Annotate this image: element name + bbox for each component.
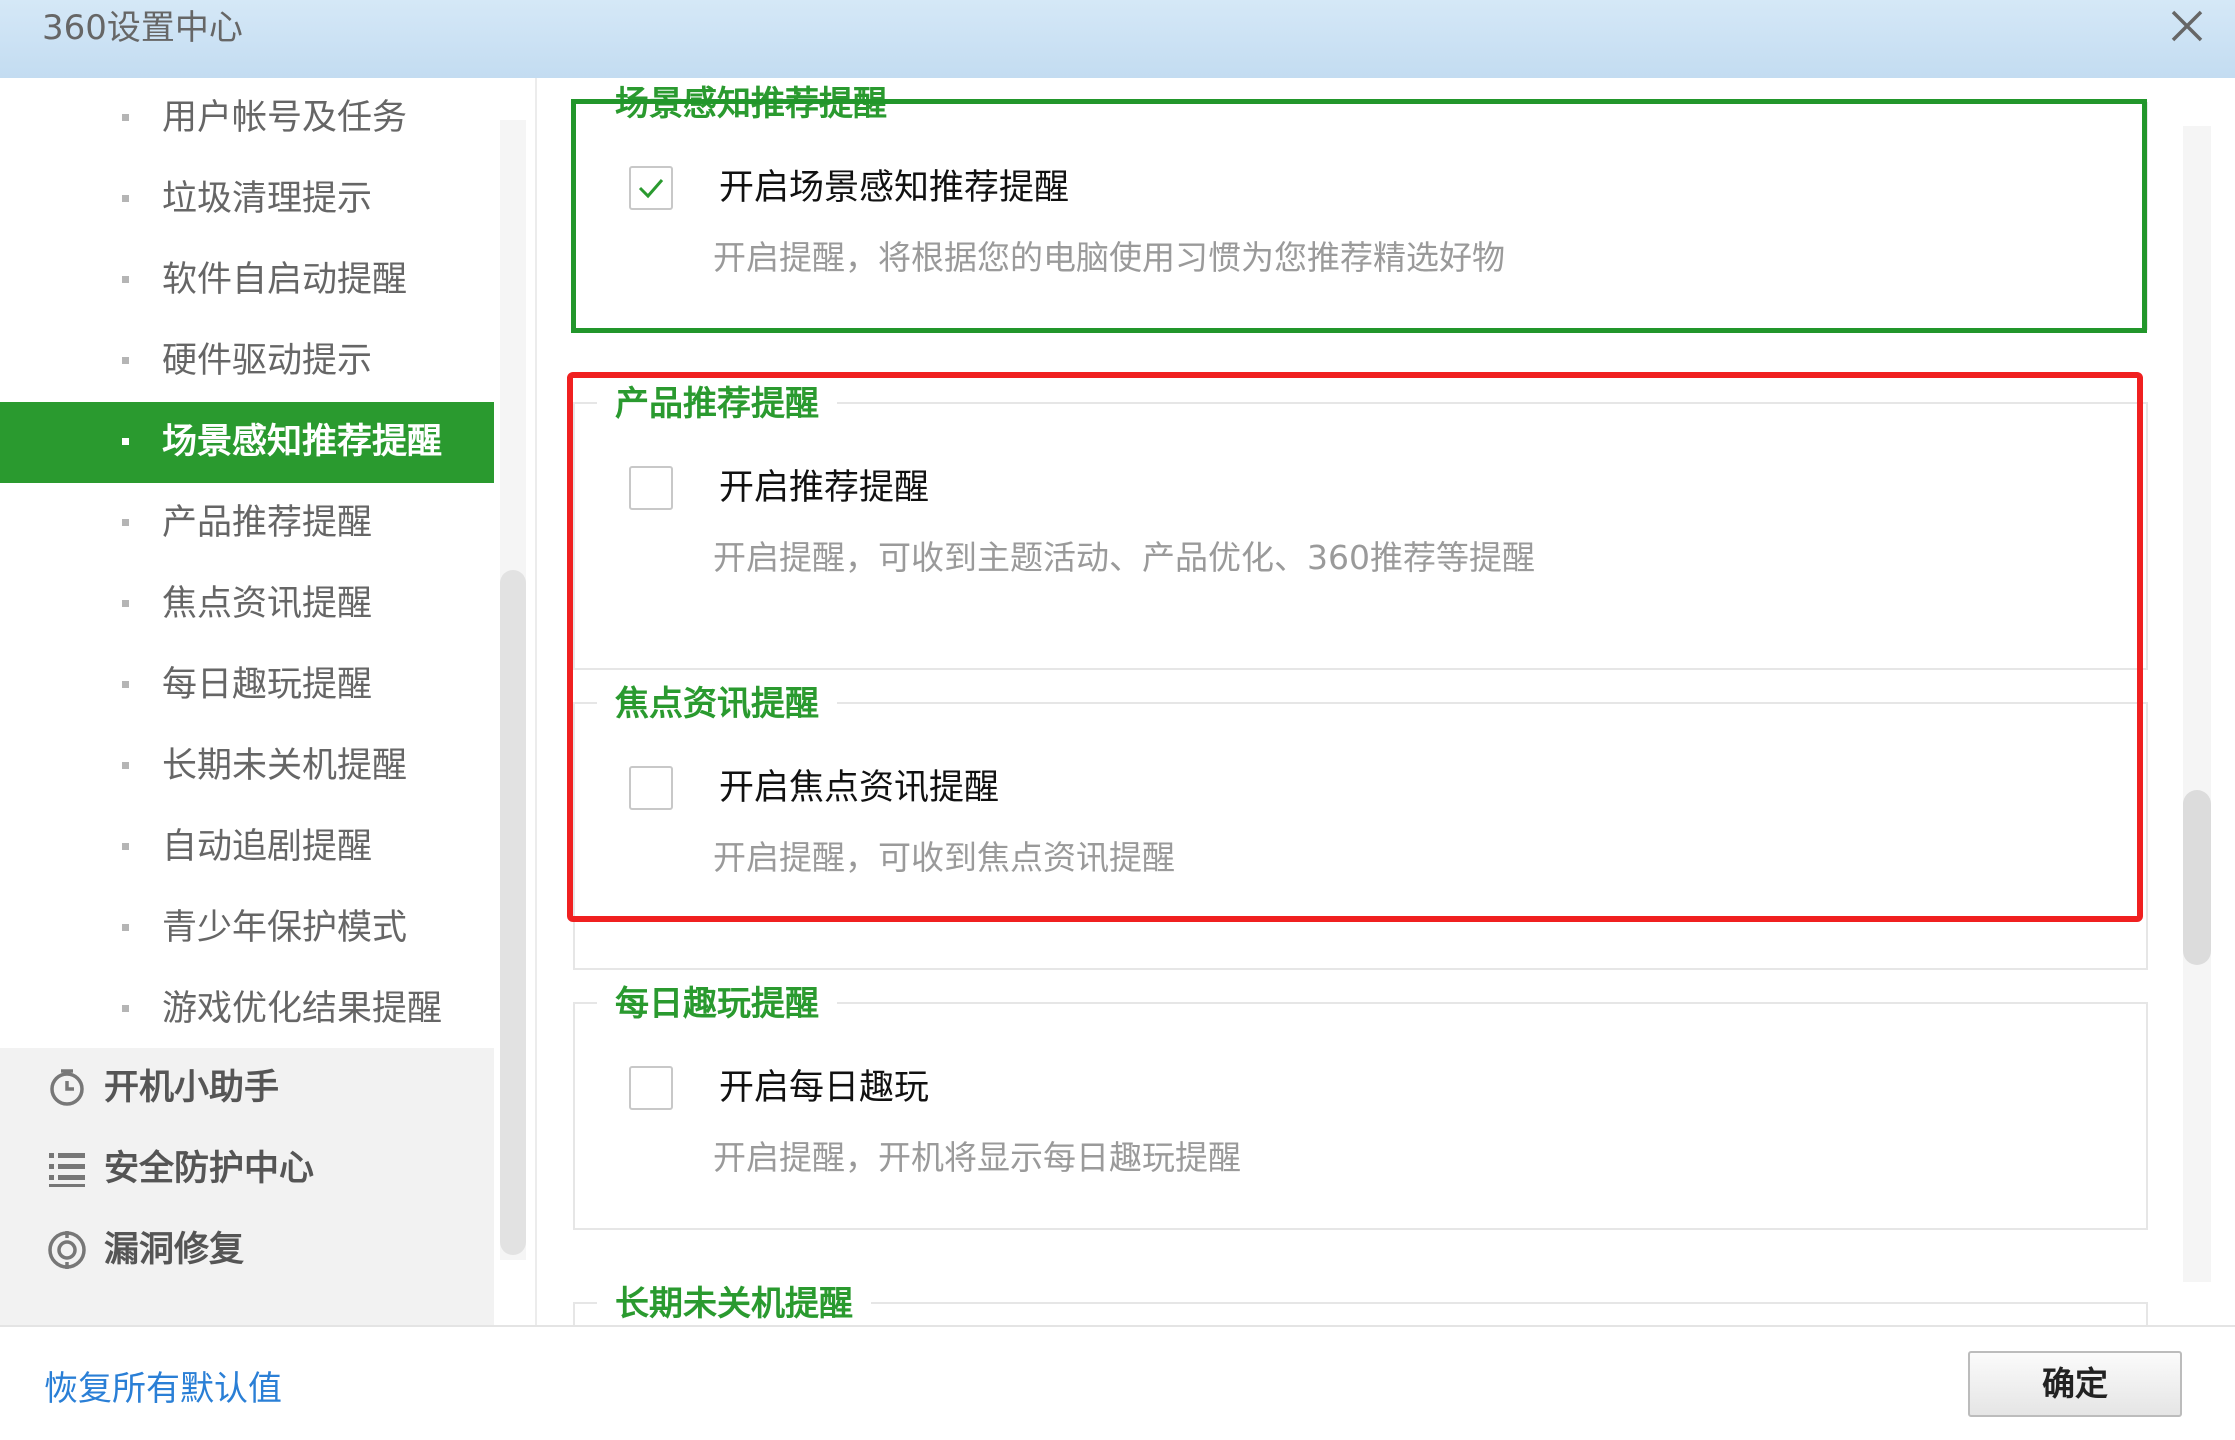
section-title: 长期未关机提醒 <box>597 1281 871 1325</box>
sidebar: 用户帐号及任务 垃圾清理提示 软件自启动提醒 硬件驱动提示 场景感知推荐提醒 产… <box>0 78 494 1325</box>
section-description: 开启提醒，开机将显示每日趣玩提醒 <box>713 1138 1241 1177</box>
sidebar-item-label: 每日趣玩提醒 <box>162 665 373 705</box>
sidebar-item-user-account[interactable]: 用户帐号及任务 <box>0 78 494 159</box>
sidebar-item-daily-fun[interactable]: 每日趣玩提醒 <box>0 645 494 726</box>
sidebar-item-label: 垃圾清理提示 <box>162 179 373 219</box>
sidebar-categories: 开机小助手 安全防护中心 漏洞修复 <box>0 1048 494 1325</box>
section-daily-fun: 每日趣玩提醒 开启每日趣玩 开启提醒，开机将显示每日趣玩提醒 <box>573 978 2148 1238</box>
sidebar-category-startup-assistant[interactable]: 开机小助手 <box>0 1048 494 1129</box>
bullet-icon <box>122 195 129 202</box>
sidebar-category-vuln-repair[interactable]: 漏洞修复 <box>0 1210 494 1291</box>
sidebar-category-label: 漏洞修复 <box>104 1230 245 1270</box>
section-frame <box>573 1002 2148 1230</box>
sidebar-item-label: 场景感知推荐提醒 <box>162 422 443 462</box>
sidebar-item-game-optimize[interactable]: 游戏优化结果提醒 <box>0 969 494 1050</box>
sidebar-item-label: 自动追剧提醒 <box>162 827 373 867</box>
bullet-icon <box>122 438 129 445</box>
bullet-icon <box>122 762 129 769</box>
sidebar-item-scene-aware[interactable]: 场景感知推荐提醒 <box>0 402 494 483</box>
sidebar-item-junk-clean[interactable]: 垃圾清理提示 <box>0 159 494 240</box>
sidebar-category-label: 开机小助手 <box>104 1068 280 1108</box>
close-icon[interactable] <box>2161 0 2213 52</box>
checkbox-label: 开启每日趣玩 <box>719 1068 930 1108</box>
sidebar-item-hardware-driver[interactable]: 硬件驱动提示 <box>0 321 494 402</box>
title-bar: 360设置中心 <box>0 0 2235 78</box>
sidebar-item-label: 软件自启动提醒 <box>162 260 408 300</box>
bullet-icon <box>122 600 129 607</box>
section-title: 每日趣玩提醒 <box>597 981 837 1027</box>
bullet-icon <box>122 519 129 526</box>
bullet-icon <box>122 276 129 283</box>
sidebar-category-label: 安全防护中心 <box>104 1149 315 1189</box>
ok-button[interactable]: 确定 <box>1968 1351 2182 1417</box>
sidebar-category-security-center[interactable]: 安全防护中心 <box>0 1129 494 1210</box>
sidebar-scrollbar-thumb[interactable] <box>500 570 526 1255</box>
sidebar-item-software-startup[interactable]: 软件自启动提醒 <box>0 240 494 321</box>
content-scrollbar-track[interactable] <box>2183 126 2211 1282</box>
highlight-frame-red <box>567 372 2143 922</box>
sidebar-item-label: 青少年保护模式 <box>162 908 408 948</box>
sidebar-item-label: 硬件驱动提示 <box>162 341 373 381</box>
sidebar-item-auto-series[interactable]: 自动追剧提醒 <box>0 807 494 888</box>
target-icon <box>46 1229 88 1271</box>
sidebar-item-label: 用户帐号及任务 <box>162 98 408 138</box>
bullet-icon <box>122 924 129 931</box>
list-icon <box>46 1148 88 1190</box>
bullet-icon <box>122 357 129 364</box>
window-title: 360设置中心 <box>42 8 243 48</box>
sidebar-item-label: 长期未关机提醒 <box>162 746 408 786</box>
highlight-frame-green <box>571 99 2147 333</box>
section-long-uptime: 长期未关机提醒 <box>573 1278 2148 1325</box>
sidebar-item-label: 游戏优化结果提醒 <box>162 989 443 1029</box>
restore-defaults-link[interactable]: 恢复所有默认值 <box>44 1327 282 1440</box>
sidebar-item-long-uptime[interactable]: 长期未关机提醒 <box>0 726 494 807</box>
footer: 恢复所有默认值 确定 <box>0 1325 2235 1440</box>
bullet-icon <box>122 114 129 121</box>
bullet-icon <box>122 681 129 688</box>
sidebar-item-label: 产品推荐提醒 <box>162 503 373 543</box>
sidebar-item-label: 焦点资讯提醒 <box>162 584 373 624</box>
sidebar-item-youth-mode[interactable]: 青少年保护模式 <box>0 888 494 969</box>
sidebar-item-product-recommend[interactable]: 产品推荐提醒 <box>0 483 494 564</box>
sidebar-item-focus-news[interactable]: 焦点资讯提醒 <box>0 564 494 645</box>
bullet-icon <box>122 1005 129 1012</box>
bullet-icon <box>122 843 129 850</box>
daily-fun-checkbox[interactable] <box>629 1066 673 1110</box>
content-scrollbar-thumb[interactable] <box>2183 790 2211 965</box>
clock-icon <box>46 1067 88 1109</box>
